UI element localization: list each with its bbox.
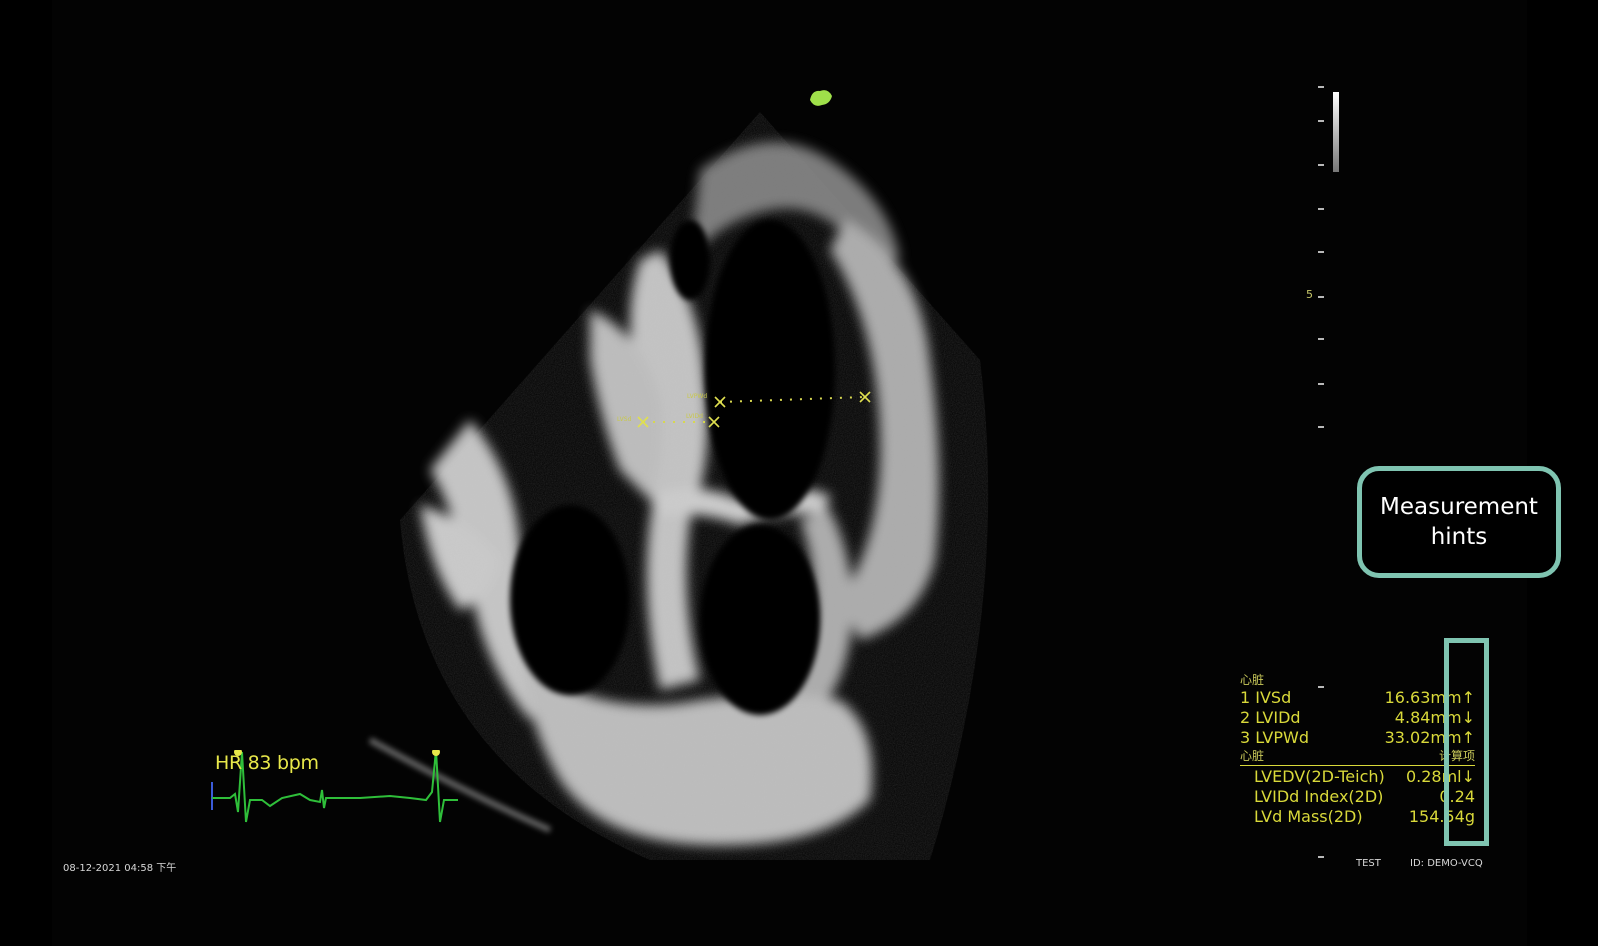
patient-id: ID: DEMO-VCQ	[1410, 858, 1483, 869]
hint-highlight-box	[1444, 638, 1489, 846]
measurement-row[interactable]: 1 IVSd 16.63mm↑	[1240, 688, 1475, 708]
measurement-row[interactable]: 2 LVIDd 4.84mm↓	[1240, 708, 1475, 728]
callout-line-2: hints	[1430, 524, 1488, 550]
calculation-section-header: 心脏 计算项	[1240, 748, 1475, 764]
calculation-row[interactable]: LVIDd Index(2D) 0.24	[1240, 787, 1475, 807]
depth-tick	[1318, 251, 1324, 253]
calculation-name: LVd Mass(2D)	[1254, 807, 1363, 826]
measurement-row[interactable]: 3 LVPWd 33.02mm↑	[1240, 728, 1475, 748]
measurement-section-header: 心脏	[1240, 673, 1265, 687]
depth-tick	[1318, 164, 1324, 166]
panel-divider	[1240, 765, 1475, 766]
depth-tick	[1318, 856, 1324, 858]
depth-tick	[1318, 208, 1324, 210]
calculation-name: LVEDV(2D-Teich)	[1254, 767, 1385, 786]
depth-tick	[1318, 120, 1324, 122]
caliper-label-lvpwd: LVPWd	[687, 393, 708, 400]
depth-tick	[1318, 383, 1324, 385]
patient-name: TEST	[1356, 858, 1381, 869]
depth-tick	[1318, 426, 1324, 428]
calculation-name: LVIDd Index(2D)	[1254, 787, 1384, 806]
caliper-label-lvidd: LVIDd	[686, 413, 703, 420]
measurement-hints-callout: Measurement hints	[1357, 466, 1561, 578]
depth-tick	[1318, 86, 1324, 88]
measurement-panel: 心脏 1 IVSd 16.63mm↑ 2 LVIDd 4.84mm↓ 3 LVP…	[1240, 672, 1475, 827]
orientation-marker-icon	[810, 90, 832, 106]
measurement-name: 2 LVIDd	[1240, 708, 1301, 727]
calculation-row[interactable]: LVEDV(2D-Teich) 0.28ml↓	[1240, 767, 1475, 787]
heart-rate-label: HR 83 bpm	[215, 752, 319, 774]
exam-datetime: 08-12-2021 04:58 下午	[63, 863, 177, 874]
caliper-label-lvsd: LVSd	[617, 416, 632, 423]
ultrasound-screen: LVSd LVPWd LVIDd 5 HR 83 bpm 08-12-2021 …	[0, 0, 1598, 946]
calculation-row[interactable]: LVd Mass(2D) 154.54g	[1240, 807, 1475, 827]
measurement-name: 3 LVPWd	[1240, 728, 1309, 747]
depth-tick	[1318, 296, 1324, 298]
grayscale-bar	[1333, 92, 1339, 172]
depth-label: 5	[1306, 288, 1313, 301]
depth-tick	[1318, 338, 1324, 340]
callout-line-1: Measurement	[1380, 494, 1538, 520]
measurement-name: 1 IVSd	[1240, 688, 1292, 707]
calculation-header-left: 心脏	[1240, 749, 1265, 763]
